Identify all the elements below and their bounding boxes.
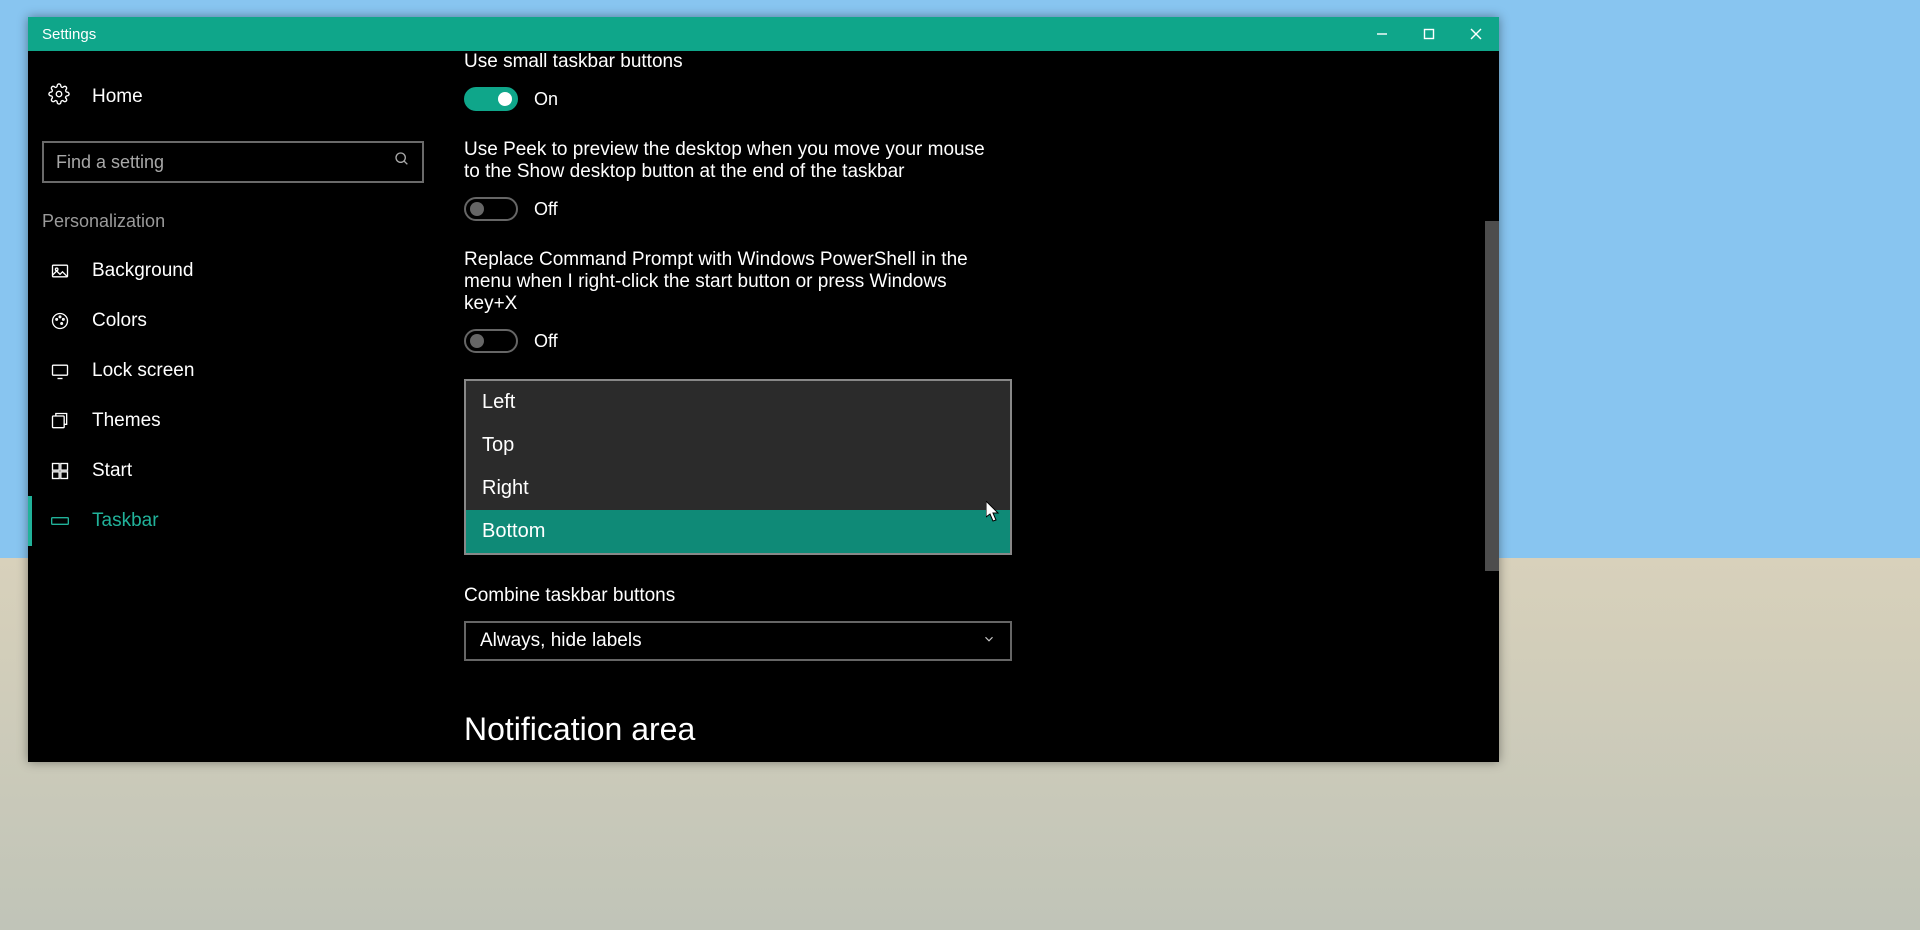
category-label: Personalization	[28, 205, 438, 246]
sidebar-item-themes[interactable]: Themes	[28, 396, 438, 446]
dropdown-value: Always, hide labels	[480, 630, 642, 652]
setting-combine-buttons: Combine taskbar buttons Always, hide lab…	[464, 585, 1499, 661]
notification-area-title: Notification area	[464, 711, 1499, 748]
combine-buttons-dropdown[interactable]: Always, hide labels	[464, 621, 1012, 661]
sidebar-item-lockscreen[interactable]: Lock screen	[28, 346, 438, 396]
dropdown-option-left[interactable]: Left	[466, 381, 1010, 424]
sidebar-item-colors[interactable]: Colors	[28, 296, 438, 346]
minimize-icon	[1376, 28, 1388, 40]
sidebar-item-label: Background	[92, 260, 193, 282]
window-title: Settings	[42, 26, 96, 43]
toggle-state-label: On	[534, 89, 558, 110]
toggle-peek-preview[interactable]	[464, 197, 518, 221]
toggle-state-label: Off	[534, 199, 558, 220]
scrollbar[interactable]	[1485, 51, 1499, 762]
maximize-button[interactable]	[1405, 17, 1452, 51]
lockscreen-icon	[48, 361, 72, 381]
sidebar-item-label: Lock screen	[92, 360, 194, 382]
toggle-state-label: Off	[534, 331, 558, 352]
close-button[interactable]	[1452, 17, 1499, 51]
titlebar: Settings	[28, 17, 1499, 51]
sidebar-item-label: Colors	[92, 310, 147, 332]
sidebar-item-label: Taskbar	[92, 510, 159, 532]
taskbar-location-dropdown-open[interactable]: Left Top Right Bottom	[464, 379, 1012, 555]
start-icon	[48, 461, 72, 481]
close-icon	[1470, 28, 1482, 40]
setting-peek-preview: Use Peek to preview the desktop when you…	[464, 139, 1499, 221]
themes-icon	[48, 411, 72, 431]
search-box[interactable]	[42, 141, 424, 183]
setting-label: Use small taskbar buttons	[464, 51, 1004, 73]
sidebar-item-start[interactable]: Start	[28, 446, 438, 496]
toggle-replace-powershell[interactable]	[464, 329, 518, 353]
setting-small-taskbar-buttons: Use small taskbar buttons On	[464, 51, 1499, 111]
scrollbar-thumb[interactable]	[1485, 221, 1499, 571]
home-nav-button[interactable]: Home	[28, 71, 438, 123]
sidebar-item-taskbar[interactable]: Taskbar	[28, 496, 438, 546]
toggle-small-taskbar-buttons[interactable]	[464, 87, 518, 111]
search-input[interactable]	[56, 152, 394, 173]
palette-icon	[48, 311, 72, 331]
sidebar-item-background[interactable]: Background	[28, 246, 438, 296]
settings-window: Settings Home	[28, 17, 1499, 762]
gear-icon	[48, 83, 70, 111]
setting-label: Use Peek to preview the desktop when you…	[464, 139, 1004, 183]
maximize-icon	[1423, 28, 1435, 40]
chevron-down-icon	[982, 632, 996, 651]
dropdown-option-bottom[interactable]: Bottom	[466, 510, 1010, 553]
sidebar-item-label: Themes	[92, 410, 161, 432]
minimize-button[interactable]	[1358, 17, 1405, 51]
home-label: Home	[92, 86, 143, 108]
content-area: Use small taskbar buttons On Use Peek to…	[438, 51, 1499, 762]
titlebar-controls	[1358, 17, 1499, 51]
dropdown-option-right[interactable]: Right	[466, 467, 1010, 510]
taskbar-icon	[48, 511, 72, 531]
search-icon	[394, 151, 410, 173]
sidebar: Home Personalization Background Colo	[28, 51, 438, 762]
setting-label: Combine taskbar buttons	[464, 585, 1004, 607]
sidebar-item-label: Start	[92, 460, 132, 482]
image-icon	[48, 261, 72, 281]
dropdown-option-top[interactable]: Top	[466, 424, 1010, 467]
setting-replace-powershell: Replace Command Prompt with Windows Powe…	[464, 249, 1499, 353]
setting-label: Replace Command Prompt with Windows Powe…	[464, 249, 1004, 315]
